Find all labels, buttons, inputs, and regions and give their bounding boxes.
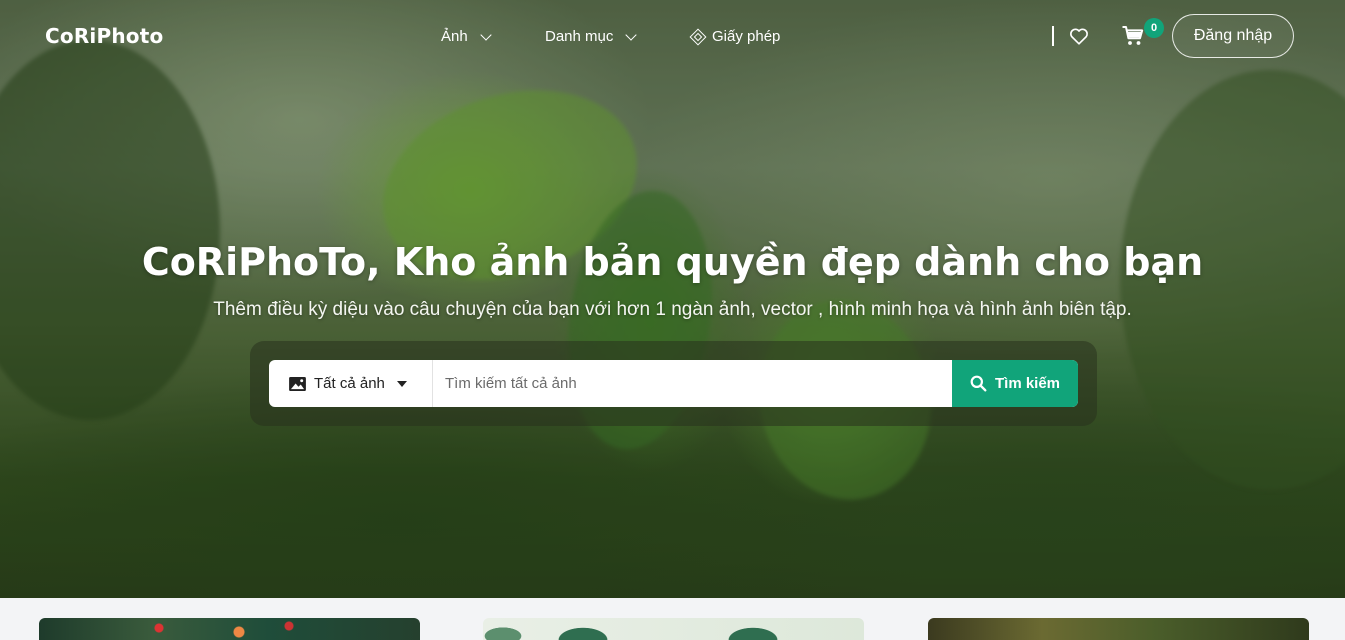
photo-thumbnail[interactable] — [928, 618, 1309, 640]
divider — [1052, 26, 1054, 46]
nav-license-label: Giấy phép — [712, 28, 781, 45]
hero-title: CoRiPhoTo, Kho ảnh bản quyền đẹp dành ch… — [141, 240, 1204, 284]
category-dropdown[interactable]: Tất cả ảnh — [269, 360, 433, 407]
nav-photos-label: Ảnh — [441, 28, 468, 45]
category-label: Tất cả ảnh — [314, 375, 385, 392]
photo-thumbnail[interactable] — [39, 618, 420, 640]
search-bar: Tất cả ảnh Tìm kiếm — [269, 360, 1078, 407]
chevron-down-icon — [480, 28, 492, 41]
search-button-label: Tìm kiếm — [994, 375, 1061, 392]
search-icon — [970, 375, 987, 392]
cart-icon[interactable] — [1121, 24, 1145, 48]
heart-icon[interactable] — [1068, 25, 1090, 47]
login-button[interactable]: Đăng nhập — [1172, 14, 1294, 58]
chevron-down-icon — [625, 28, 638, 41]
nav-categories[interactable]: Danh mục — [545, 28, 638, 45]
logo[interactable]: CoRiPhoto — [45, 24, 163, 48]
cart-count-badge: 0 — [1144, 18, 1164, 38]
caret-down-icon — [396, 380, 407, 387]
hero-subtitle: Thêm điều kỳ diệu vào câu chuyện của bạn… — [213, 299, 1132, 320]
license-icon — [689, 28, 707, 45]
search-input[interactable] — [433, 360, 952, 407]
search-button[interactable]: Tìm kiếm — [952, 360, 1078, 407]
image-icon — [289, 376, 306, 391]
nav-license[interactable]: Giấy phép — [689, 28, 781, 45]
nav-photos[interactable]: Ảnh — [441, 28, 492, 45]
photo-thumbnail[interactable] — [483, 618, 864, 640]
nav-categories-label: Danh mục — [545, 28, 614, 45]
